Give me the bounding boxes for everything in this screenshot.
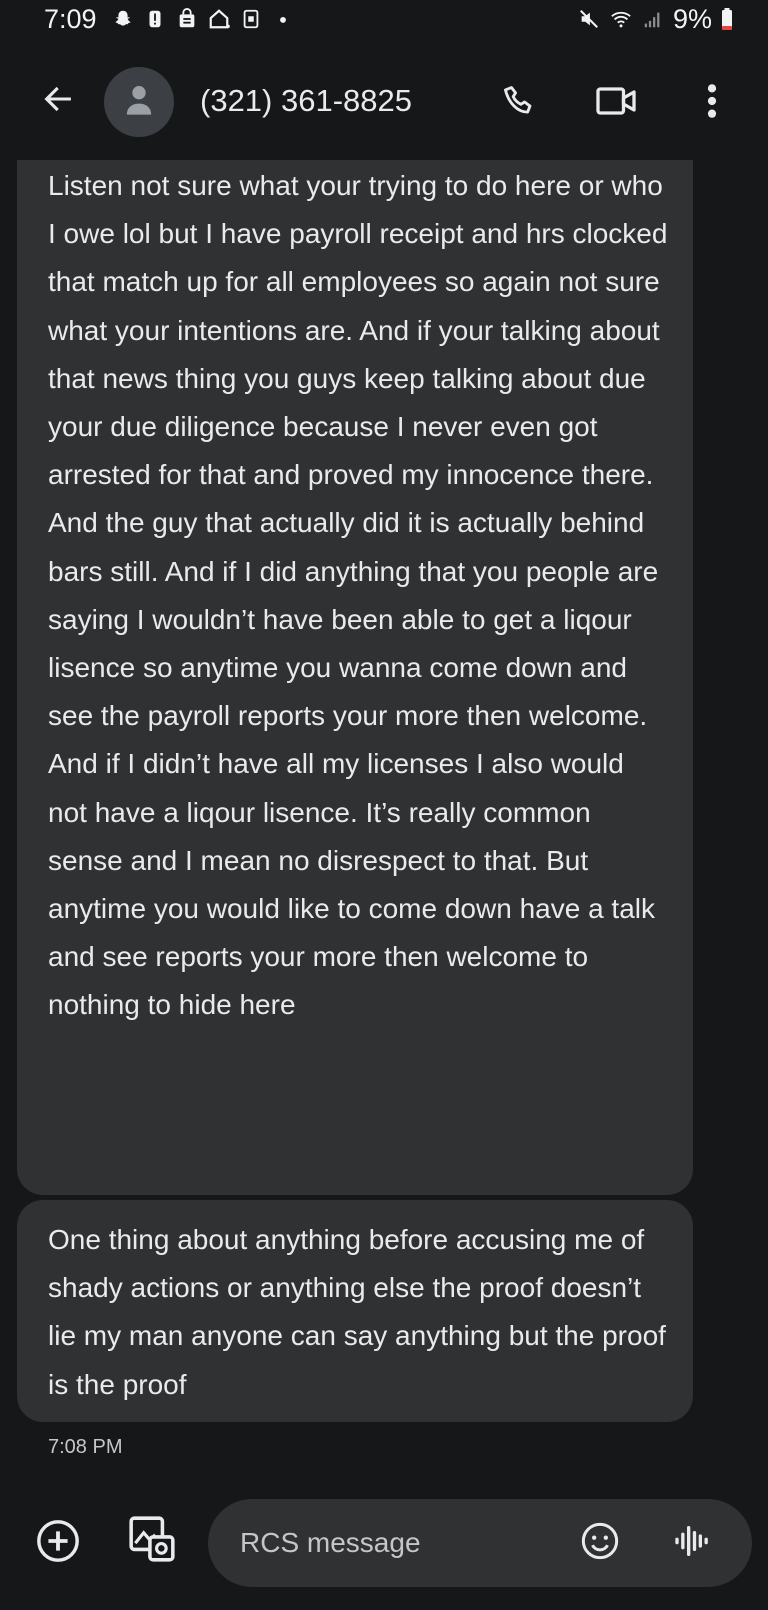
phone-icon (501, 82, 539, 125)
status-bar: 7:09 9% (0, 0, 768, 38)
compose-bar (0, 1495, 768, 1595)
contact-avatar[interactable] (104, 67, 174, 137)
bag-icon (175, 7, 199, 31)
conversation-header: (321) 361-8825 (0, 55, 768, 155)
back-arrow-icon (41, 82, 75, 121)
battery-percent: 9% (672, 3, 712, 34)
message-bubble[interactable]: One thing about anything before accusing… (17, 1200, 693, 1422)
emoji-icon (580, 1521, 620, 1566)
sim-icon (239, 7, 263, 31)
add-circle-icon (35, 1518, 81, 1569)
gallery-icon (127, 1514, 177, 1569)
call-button[interactable] (498, 81, 542, 125)
wifi-icon (609, 7, 633, 31)
message-input[interactable] (240, 1499, 560, 1587)
more-vert-icon (705, 82, 719, 125)
snapchat-icon (111, 7, 135, 31)
alert-badge-icon (143, 7, 167, 31)
voice-waveform-icon (672, 1521, 712, 1566)
add-attachment-button[interactable] (34, 1519, 82, 1567)
status-left: 7:09 (44, 4, 295, 35)
mute-icon (577, 7, 601, 31)
battery-icon (720, 7, 734, 31)
gallery-button[interactable] (126, 1515, 178, 1567)
message-thread[interactable]: Listen not sure what your trying to do h… (0, 160, 768, 1490)
home-alert-icon (207, 7, 231, 31)
voice-message-button[interactable] (670, 1521, 714, 1565)
status-time: 7:09 (44, 3, 97, 34)
video-camera-icon (595, 84, 637, 123)
compose-field (208, 1499, 752, 1587)
dot-icon (271, 7, 295, 31)
more-options-button[interactable] (692, 81, 732, 125)
person-icon (124, 83, 154, 122)
contact-name[interactable]: (321) 361-8825 (200, 83, 412, 119)
message-timestamp: 7:08 PM (48, 1436, 123, 1458)
message-bubble[interactable]: Listen not sure what your trying to do h… (17, 160, 693, 1195)
back-button[interactable] (36, 79, 80, 123)
signal-icon (641, 7, 665, 31)
status-right: 9% (577, 4, 734, 35)
video-call-button[interactable] (592, 81, 640, 125)
emoji-button[interactable] (578, 1521, 622, 1565)
